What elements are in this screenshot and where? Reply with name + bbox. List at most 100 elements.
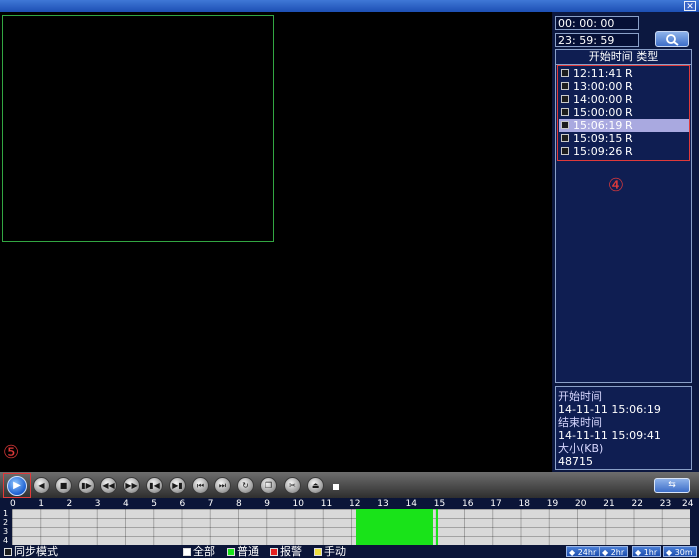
checkbox-icon[interactable] [561, 69, 569, 77]
annotation-marker-5: ⑤ [3, 442, 20, 463]
file-start-time: 15:06:19 [573, 119, 623, 132]
hour-label: 6 [179, 499, 186, 509]
file-start-time: 13:00:00 [573, 80, 623, 93]
loop-button[interactable]: ↻ [237, 477, 254, 494]
filter-all[interactable]: 全部 [183, 545, 215, 558]
reverse-play-button[interactable]: ◀ [33, 477, 50, 494]
file-list: 12:11:41 R 13:00:00 R 14:00:00 R 15:00:00 R 15:0… [557, 65, 690, 161]
file-list-item[interactable]: 13:00:00 R [559, 80, 689, 93]
hour-label: 14 [405, 499, 417, 509]
end-time-input[interactable]: 23: 59: 59 [555, 33, 639, 47]
start-time-value: 14-11-11 15:06:19 [558, 403, 661, 416]
backup-button[interactable]: ⏏ [307, 477, 324, 494]
play-button[interactable]: ▶ [7, 476, 27, 496]
channel-label: 3 [3, 527, 9, 536]
file-list-header: 开始时间 类型 [555, 50, 692, 65]
checkbox-icon[interactable] [561, 82, 569, 90]
checkbox-icon[interactable] [561, 121, 569, 129]
video-pane-channel-1[interactable] [2, 15, 274, 242]
size-label: 大小(KB) [558, 442, 604, 455]
check-icon [183, 548, 191, 556]
size-value: 48715 [558, 455, 593, 468]
file-start-time: 14:00:00 [573, 93, 623, 106]
magnifier-icon [666, 34, 679, 46]
zoom-1hr-button[interactable]: ◆ 1hr [632, 546, 662, 557]
file-type: R [625, 145, 633, 158]
file-list-item[interactable]: 12:11:41 R [559, 67, 689, 80]
checkbox-icon[interactable] [561, 95, 569, 103]
hour-label: 2 [66, 499, 73, 509]
hour-label: 5 [151, 499, 157, 509]
hour-labels: 0 1 2 3 4 5 6 7 8 9 10 11 12 13 14 15 16 17 18 19 20 21 22 23 24 [0, 499, 699, 509]
file-start-time: 15:00:00 [573, 106, 623, 119]
stop-button[interactable]: ■ [55, 477, 72, 494]
file-type: R [625, 93, 633, 106]
checkbox-icon[interactable] [561, 147, 569, 155]
timeline-grid[interactable] [12, 509, 690, 545]
channel-label: 1 [3, 509, 9, 518]
hour-label: 4 [123, 499, 129, 509]
hour-label: 10 [292, 499, 304, 509]
file-list-item[interactable]: 15:09:15 R [559, 132, 689, 145]
filter-alarm-label: 报警 [280, 545, 302, 558]
hour-label: 12 [349, 499, 361, 509]
start-time-input[interactable]: 00: 00: 00 [555, 16, 639, 30]
check-icon [314, 548, 322, 556]
filter-normal-label: 普通 [237, 545, 259, 558]
hour-label: 1 [38, 499, 44, 509]
file-type: R [625, 119, 633, 132]
file-info-panel: 开始时间 14-11-11 15:06:19 结束时间 14-11-11 15:… [555, 386, 692, 470]
zoom-24hr-button[interactable]: ◆ 24hr [566, 546, 601, 557]
hour-label: 20 [575, 499, 587, 509]
playback-position-line [436, 509, 439, 545]
hour-label: 15 [433, 499, 446, 509]
search-button[interactable] [655, 31, 689, 47]
zoom-30m-button[interactable]: ◆ 30m [663, 546, 697, 557]
close-icon[interactable]: ✕ [684, 1, 696, 12]
slow-play-button[interactable]: ▮▶ [78, 477, 95, 494]
hour-label: 22 [631, 499, 643, 509]
file-list-item[interactable]: 14:00:00 R [559, 93, 689, 106]
prev-frame-button[interactable]: ▮◀ [146, 477, 163, 494]
filter-manual[interactable]: 手动 [314, 545, 346, 558]
prev-file-button[interactable]: ⏮ [192, 477, 209, 494]
file-start-time: 15:09:26 [573, 145, 623, 158]
hour-label: 9 [264, 499, 270, 509]
sync-mode-toggle[interactable]: 同步模式 [4, 545, 58, 558]
end-time-value: 14-11-11 15:09:41 [558, 429, 661, 442]
clip-button[interactable]: ✂ [284, 477, 301, 494]
filter-alarm[interactable]: 报警 [270, 545, 302, 558]
check-icon [270, 548, 278, 556]
hour-label: 8 [236, 499, 242, 509]
recording-block[interactable] [356, 509, 434, 545]
sync-mode-label: 同步模式 [14, 545, 58, 558]
file-start-time: 12:11:41 [573, 67, 623, 80]
fast-forward-button[interactable]: ▶▶ [123, 477, 140, 494]
file-list-item[interactable]: 15:09:26 R [559, 145, 689, 158]
channel-label: 4 [3, 536, 9, 545]
file-start-time: 15:09:15 [573, 132, 623, 145]
file-type: R [625, 67, 633, 80]
zoom-2hr-button[interactable]: ◆ 2hr [599, 546, 629, 557]
title-bar [0, 0, 699, 12]
next-frame-button[interactable]: ▶▮ [169, 477, 186, 494]
hour-label: 7 [207, 499, 214, 509]
switch-view-button[interactable]: ⇆ [654, 478, 690, 493]
checkbox-icon[interactable] [561, 134, 569, 142]
check-icon [227, 548, 235, 556]
checkbox-icon[interactable] [561, 108, 569, 116]
hour-label: 18 [518, 499, 530, 509]
file-list-item[interactable]: 15:00:00 R [559, 106, 689, 119]
filter-normal[interactable]: 普通 [227, 545, 259, 558]
channel-label: 2 [3, 518, 9, 527]
hour-label: 13 [377, 499, 389, 509]
hour-label: 0 [10, 499, 16, 509]
hour-label: 17 [490, 499, 502, 509]
fast-rewind-button[interactable]: ◀◀ [100, 477, 117, 494]
fullscreen-button[interactable]: ❐ [260, 477, 277, 494]
file-list-item[interactable]: 15:06:19 R [559, 119, 689, 132]
next-file-button[interactable]: ⏭ [214, 477, 231, 494]
hour-label: 16 [462, 499, 474, 509]
hour-label: 11 [320, 499, 333, 509]
start-time-label: 开始时间 [558, 390, 602, 403]
